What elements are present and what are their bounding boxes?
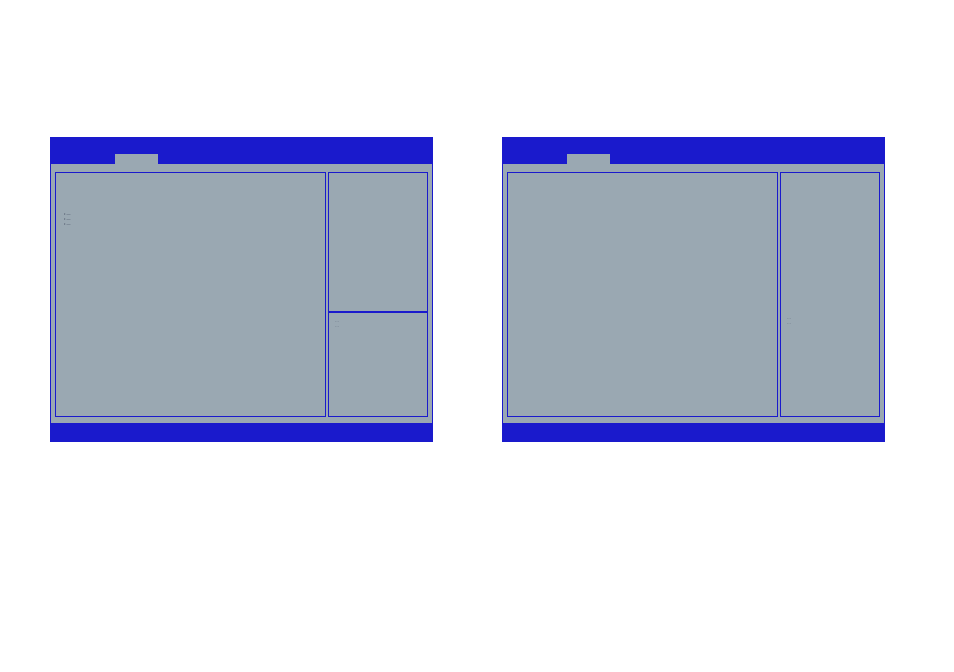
main-panel (507, 172, 778, 417)
layout-mockup-b: … … (502, 137, 885, 442)
right-panel-bottom: … … (328, 312, 428, 417)
right-column: … … (328, 172, 428, 417)
diagram-container: • — • — • — … … … … (50, 137, 885, 442)
top-bar (51, 138, 432, 164)
developer-text: … … (787, 315, 791, 325)
tab-bar (115, 154, 158, 170)
tab-bar (567, 154, 610, 170)
top-bar (503, 138, 884, 164)
right-panel-top (328, 172, 428, 312)
content-area: • — • — • — … … (55, 172, 428, 417)
developer-text: … … (335, 318, 339, 328)
bottom-bar (503, 423, 884, 441)
layout-mockup-a: • — • — • — … … (50, 137, 433, 442)
content-area: … … (507, 172, 880, 417)
bottom-bar (51, 423, 432, 441)
menu-text: • — • — • — (64, 211, 71, 226)
main-panel: • — • — • — (55, 172, 326, 417)
right-panel: … … (780, 172, 880, 417)
